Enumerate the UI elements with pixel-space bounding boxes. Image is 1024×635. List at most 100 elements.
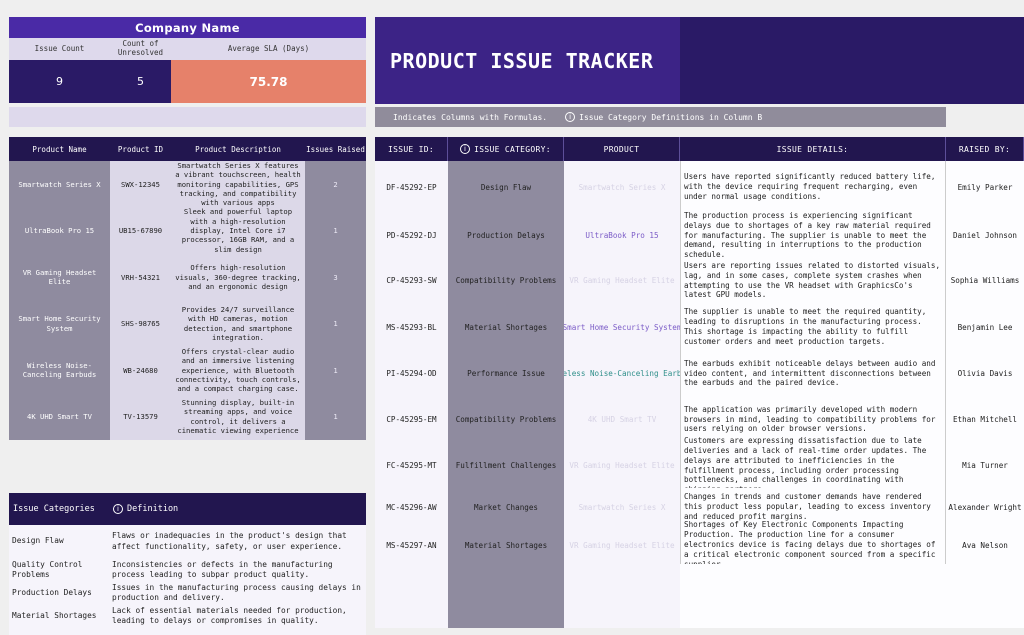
issue-id-cell[interactable]: MS-45297-AN [375,526,448,564]
issue-product-cell[interactable]: 4K UHD Smart TV [564,396,680,443]
issue-product-cell[interactable]: UltraBook Pro 15 [564,213,680,258]
issue-product-cell[interactable]: Wireless Noise-Canceling Earbuds [564,351,680,396]
product-id-cell[interactable]: UB15-67890 [110,207,171,254]
issue-details-cell[interactable]: The earbuds exhibit noticeable delays be… [680,351,946,396]
definitions-note: Issue Category Definitions in Column B [579,112,763,122]
issue-category-cell[interactable]: Compatibility Problems [448,396,564,443]
issue-details-cell[interactable]: Users have reported significantly reduce… [680,161,946,213]
issues-raised-cell[interactable]: 2 [305,161,366,208]
product-id-cell[interactable]: SWX-12345 [110,161,171,208]
category-name[interactable]: Quality Control Problems [9,558,109,582]
product-name-cell[interactable]: UltraBook Pro 15 [9,207,110,254]
issues-raised-cell[interactable]: 3 [305,254,366,301]
issue-count-value[interactable]: 9 [9,60,110,103]
issue-details-cell[interactable]: Customers are expressing dissatisfaction… [680,436,946,494]
category-name[interactable]: Design Flaw [9,525,109,558]
issues-raised-cell[interactable]: 1 [305,300,366,347]
issue-details-cell[interactable]: Users are reporting issues related to di… [680,258,946,303]
product-name-cell[interactable]: VR Gaming Headset Elite [9,254,110,301]
issues-raised-cell[interactable]: 1 [305,393,366,440]
col-issue-id[interactable]: ISSUE ID: [375,137,448,161]
product-description-cell[interactable]: Offers crystal-clear audio and an immers… [171,347,305,394]
issue-product-cell[interactable]: VR Gaming Headset Elite [564,443,680,488]
issues-table: ISSUE ID: i ISSUE CATEGORY: PRODUCT ISSU… [375,137,1024,628]
category-definition[interactable]: Issues in the manufacturing process caus… [109,582,366,604]
category-definition[interactable]: Inconsistencies or defects in the manufa… [109,558,366,582]
raised-by-cell[interactable]: Sophia Williams [946,258,1024,303]
summary-header-row: Issue Count Count of Unresolved Average … [9,38,366,60]
issue-product-cell[interactable]: Smartwatch Series X [564,488,680,526]
raised-by-cell[interactable]: Alexander Wright [946,488,1024,526]
col-issues-raised[interactable]: Issues Raised [305,137,366,161]
table-row: PD-45292-DJ Production Delays UltraBook Pr… [375,211,1024,259]
average-sla-label: Average SLA (Days) [227,43,310,53]
issue-category-cell[interactable]: Performance Issue [448,351,564,396]
category-definition[interactable]: Flaws or inadequacies in the product's d… [109,525,366,558]
issue-id-cell[interactable]: DF-45292-EP [375,161,448,213]
col-issue-categories[interactable]: Issue Categories [9,493,109,525]
issue-id-cell[interactable]: PD-45292-DJ [375,213,448,258]
list-item: Production Delays Issues in the manufactu… [9,582,366,604]
formula-note: Indicates Columns with Formulas. [393,112,548,122]
col-definition[interactable]: Definition [127,504,178,514]
category-name[interactable]: Material Shortages [9,604,109,628]
issue-category-cell[interactable]: Production Delays [448,213,564,258]
product-id-cell[interactable]: SHS-98765 [110,300,171,347]
issue-product-cell[interactable]: Smart Home Security System [564,303,680,351]
issue-id-cell[interactable]: FC-45295-MT [375,443,448,488]
issue-product-cell[interactable]: VR Gaming Headset Elite [564,258,680,303]
raised-by-cell[interactable]: Ava Nelson [946,526,1024,564]
raised-by-cell[interactable]: Mia Turner [946,443,1024,488]
issues-raised-cell[interactable]: 1 [305,207,366,254]
issue-id-cell[interactable]: CP-45295-EM [375,396,448,443]
issue-category-cell[interactable]: Material Shortages [448,303,564,351]
issue-id-cell[interactable]: MC-45296-AW [375,488,448,526]
issues-raised-cell[interactable]: 1 [305,347,366,394]
col-product-description[interactable]: Product Description [171,137,305,161]
product-name-cell[interactable]: Smart Home Security System [9,300,110,347]
issue-id-cell[interactable]: CP-45293-SW [375,258,448,303]
table-row: FC-45295-MT Fulfillment Challenges VR Gami… [375,436,1024,494]
raised-by-cell[interactable]: Emily Parker [946,161,1024,213]
issue-id-cell[interactable]: MS-45293-BL [375,303,448,351]
issue-category-cell[interactable]: Design Flaw [448,161,564,213]
col-product-id[interactable]: Product ID [110,137,171,161]
product-name-cell[interactable]: Smartwatch Series X [9,161,110,208]
raised-by-cell[interactable]: Olivia Davis [946,351,1024,396]
category-name[interactable]: Production Delays [9,582,109,604]
issue-product-cell[interactable]: VR Gaming Headset Elite [564,526,680,564]
category-definition[interactable]: Lack of essential materials needed for p… [109,604,366,628]
product-name-cell[interactable]: Wireless Noise-Canceling Earbuds [9,347,110,394]
issue-category-cell[interactable]: Fulfillment Challenges [448,443,564,488]
col-issue-category-cell[interactable]: i ISSUE CATEGORY: [448,137,564,161]
average-sla-value[interactable]: 75.78 [171,60,366,103]
raised-by-cell[interactable]: Ethan Mitchell [946,396,1024,443]
col-product[interactable]: PRODUCT [564,137,680,161]
issue-product-cell[interactable]: Smartwatch Series X [564,161,680,213]
issue-details-cell[interactable]: The supplier is unable to meet the requi… [680,303,946,351]
raised-by-cell[interactable]: Benjamin Lee [946,303,1024,351]
unresolved-count-value[interactable]: 5 [110,60,171,103]
issue-details-cell[interactable]: Shortages of Key Electronic Components I… [680,520,946,569]
product-description-cell[interactable]: Stunning display, built-in streaming app… [171,393,305,440]
issue-category-cell[interactable]: Compatibility Problems [448,258,564,303]
issue-id-cell[interactable]: PI-45294-OD [375,351,448,396]
col-raised-by[interactable]: RAISED BY: [946,137,1024,161]
product-description-cell[interactable]: Sleek and powerful laptop with a high-re… [171,207,305,254]
product-name-cell[interactable]: 4K UHD Smart TV [9,393,110,440]
list-item: Design Flaw Flaws or inadequacies in the … [9,525,366,558]
product-id-cell[interactable]: VRH-54321 [110,254,171,301]
product-description-cell[interactable]: Smartwatch Series X features a vibrant t… [171,161,305,208]
product-description-cell[interactable]: Offers high-resolution visuals, 360-degr… [171,254,305,301]
issue-categories-body: Design Flaw Flaws or inadequacies in the … [9,525,366,628]
product-id-cell[interactable]: TV-13579 [110,393,171,440]
col-issue-details[interactable]: ISSUE DETAILS: [680,137,946,161]
banner: PRODUCT ISSUE TRACKER [375,17,1024,104]
product-description-cell[interactable]: Provides 24/7 surveillance with HD camer… [171,300,305,347]
issue-category-cell[interactable]: Material Shortages [448,526,564,564]
col-product-name[interactable]: Product Name [9,137,110,161]
product-id-cell[interactable]: WB-24680 [110,347,171,394]
issue-category-cell[interactable]: Market Changes [448,488,564,526]
issue-details-cell[interactable]: The production process is experiencing s… [680,211,946,259]
raised-by-cell[interactable]: Daniel Johnson [946,213,1024,258]
